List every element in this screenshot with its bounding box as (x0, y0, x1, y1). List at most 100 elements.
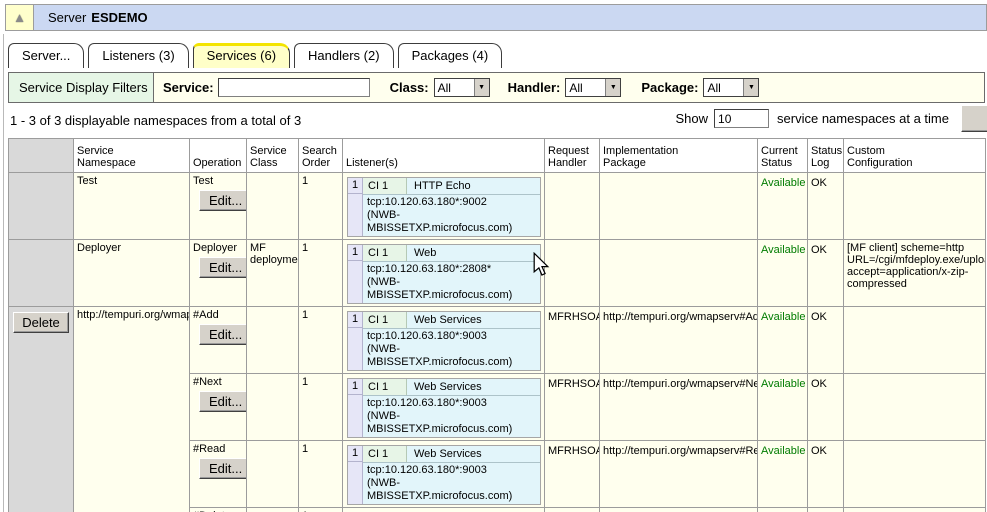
operation-cell: Test Edit... (190, 173, 247, 240)
col-header-listeners: Listener(s) (343, 139, 545, 173)
pagination-button-partial[interactable] (961, 105, 987, 132)
server-title-prefix: Server (48, 10, 86, 25)
search-order-cell: 1 (299, 173, 343, 240)
show-count-input[interactable] (714, 109, 769, 128)
listener-endpoint-block: tcp:10.120.63.180*:2808* (NWB-MBISSETXP.… (363, 262, 540, 303)
listener-detail: CI 1 Web Services tcp:10.120.63.180*:900… (363, 379, 540, 437)
server-title: Server ESDEMO (34, 4, 987, 31)
listener-name: Web Services (407, 312, 540, 328)
filters-title: Service Display Filters (9, 73, 154, 102)
implementation-package-cell (600, 173, 758, 240)
mouse-cursor (531, 252, 551, 278)
handler-filter-value: All (566, 79, 605, 96)
delete-button[interactable]: Delete (13, 312, 69, 333)
listener-index-column: 1 (348, 245, 363, 303)
tab-listeners[interactable]: Listeners (3) (88, 43, 188, 68)
service-class-cell (247, 173, 299, 240)
listener-endpoint-block: tcp:10.120.63.180*:9003 (NWB-MBISSETXP.m… (363, 396, 540, 437)
status-log-cell: OK (808, 307, 844, 374)
col-header-actions (9, 139, 74, 173)
service-filter-input[interactable] (218, 78, 370, 97)
server-name: ESDEMO (91, 10, 147, 25)
current-status-cell: Available (758, 240, 808, 307)
server-title-bar: ▲ Server ESDEMO (5, 4, 987, 31)
operation-label: Test (193, 175, 243, 187)
operation-cell: #Next Edit... (190, 374, 247, 441)
show-suffix-label: service namespaces at a time (777, 111, 949, 126)
listener-cell: 1 CI 1 Web Services tcp:10.120.63.180*:9… (343, 374, 545, 441)
custom-configuration-cell (844, 508, 986, 512)
listener-index-column: 1 (348, 446, 363, 504)
listener-number: 1 (348, 379, 362, 395)
listener-index-column: 1 (348, 312, 363, 370)
listener-name: Web Services (407, 379, 540, 395)
search-order-cell: 1 (299, 374, 343, 441)
class-filter-select[interactable]: All ▼ (434, 78, 490, 97)
current-status-cell: Available (758, 508, 808, 512)
show-label: Show (676, 111, 709, 126)
custom-configuration-cell (844, 307, 986, 374)
listener-host: (NWB-MBISSETXP.microfocus.com) (367, 343, 538, 369)
listener-endpoint: tcp:10.120.63.180*:9003 (367, 330, 538, 343)
listener-endpoint-block: tcp:10.120.63.180*:9003 (NWB-MBISSETXP.m… (363, 329, 540, 370)
operation-label: #Read (193, 443, 243, 455)
operation-cell: #Add Edit... (190, 307, 247, 374)
request-handler-cell: MFRHSOAP (545, 307, 600, 374)
chevron-down-icon[interactable]: ▼ (605, 79, 620, 96)
listener-detail: CI 1 Web Services tcp:10.120.63.180*:900… (363, 446, 540, 504)
status-log-cell: OK (808, 374, 844, 441)
edit-button[interactable]: Edit... (199, 458, 247, 479)
status-log-cell: OK (808, 173, 844, 240)
namespace-cell: Test (74, 173, 190, 240)
listener-conversation: CI 1 (363, 379, 407, 395)
handler-filter-select[interactable]: All ▼ (565, 78, 621, 97)
implementation-package-cell: http://tempuri.org/wmapserv#Add (600, 307, 758, 374)
listener-name: HTTP Echo (407, 178, 540, 194)
listener-head: CI 1 Web (363, 245, 540, 262)
collapse-button[interactable]: ▲ (5, 4, 34, 31)
listener-conversation: CI 1 (363, 178, 407, 194)
tab-services[interactable]: Services (6) (193, 43, 290, 68)
edit-button[interactable]: Edit... (199, 257, 247, 278)
listener-cell: 1 CI 1 HTTP Echo tcp:10.120.63.180*:9002… (343, 173, 545, 240)
request-handler-cell: MFRHSOAP (545, 374, 600, 441)
listener-host: (NWB-MBISSETXP.microfocus.com) (367, 477, 538, 503)
operation-label: #Add (193, 309, 243, 321)
listener-index-column: 1 (348, 379, 363, 437)
service-class-cell (247, 441, 299, 508)
handler-filter-label: Handler: (508, 80, 561, 95)
class-filter-label: Class: (390, 80, 429, 95)
package-filter-select[interactable]: All ▼ (703, 78, 759, 97)
chevron-down-icon[interactable]: ▼ (474, 79, 489, 96)
pagination-row: 1 - 3 of 3 displayable namespaces from a… (8, 104, 985, 137)
listener-cell: 1 CI 1 Web tcp:10.120.63.180*:2808* (NWB… (343, 240, 545, 307)
collapse-triangle-icon: ▲ (13, 11, 26, 24)
listener-cell: 1 CI 1 Web Services tcp:10.120.63.180*:9… (343, 441, 545, 508)
edit-button[interactable]: Edit... (199, 324, 247, 345)
row-actions-cell (9, 240, 74, 307)
edit-button[interactable]: Edit... (199, 391, 247, 412)
listener-endpoint: tcp:10.120.63.180*:9003 (367, 464, 538, 477)
tab-server[interactable]: Server... (8, 43, 84, 68)
search-order-cell: 1 (299, 508, 343, 512)
custom-configuration-cell: [MF client] scheme=http URL=/cgi/mfdeplo… (844, 240, 986, 307)
chevron-down-icon[interactable]: ▼ (743, 79, 758, 96)
listener-number: 1 (348, 245, 362, 261)
table-header-row: Service Namespace Operation Service Clas… (9, 139, 986, 173)
search-order-cell: 1 (299, 240, 343, 307)
current-status-cell: Available (758, 374, 808, 441)
tab-handlers[interactable]: Handlers (2) (294, 43, 394, 68)
listener-index-column: 1 (348, 178, 363, 236)
col-header-custom-configuration: Custom Configuration (844, 139, 986, 173)
status-log-cell: OK (808, 508, 844, 512)
table-row-wmapserv-add: Delete http://tempuri.org/wmapserv #Add … (9, 307, 986, 374)
current-status-cell: Available (758, 173, 808, 240)
listener-host: (NWB-MBISSETXP.microfocus.com) (367, 209, 538, 235)
col-header-current-status: Current Status (758, 139, 808, 173)
listener-head: CI 1 Web Services (363, 312, 540, 329)
edit-button[interactable]: Edit... (199, 190, 247, 211)
tab-packages[interactable]: Packages (4) (398, 43, 503, 68)
custom-configuration-cell (844, 441, 986, 508)
current-status-cell: Available (758, 307, 808, 374)
tab-bar: Server... Listeners (3) Services (6) Han… (8, 43, 502, 68)
